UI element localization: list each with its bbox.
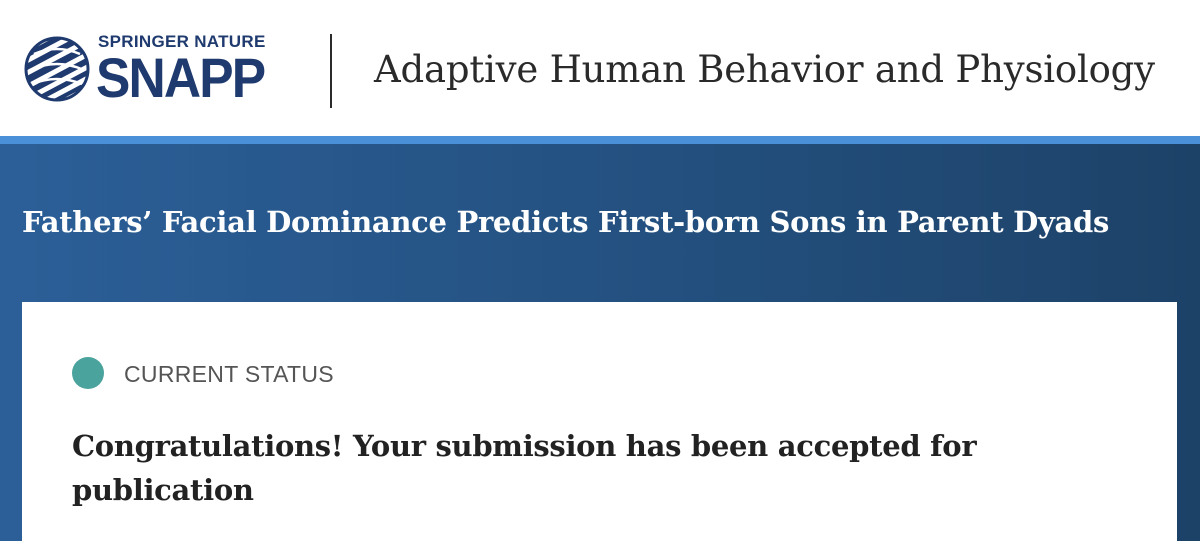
status-message: Congratulations! Your submission has bee… [72, 429, 977, 507]
article-title: Fathers’ Facial Dominance Predicts First… [22, 205, 1109, 239]
status-indicator-dot [72, 357, 104, 389]
status-card: CURRENT STATUS Congratulations! Your sub… [22, 302, 1177, 541]
journal-title: Adaptive Human Behavior and Physiology [374, 48, 1155, 91]
status-label: CURRENT STATUS [124, 361, 334, 387]
header-divider [330, 34, 332, 108]
header-accent-bar [0, 136, 1200, 144]
site-header: SPRINGER NATURE SNAPP Adaptive Human Beh… [0, 0, 1200, 136]
snapp-submission-page: SPRINGER NATURE SNAPP Adaptive Human Beh… [0, 0, 1200, 541]
springer-nature-globe-icon [24, 36, 90, 102]
springer-nature-snapp-logo[interactable]: SPRINGER NATURE SNAPP [22, 30, 284, 114]
logo-product-name: SNAPP [96, 46, 266, 109]
